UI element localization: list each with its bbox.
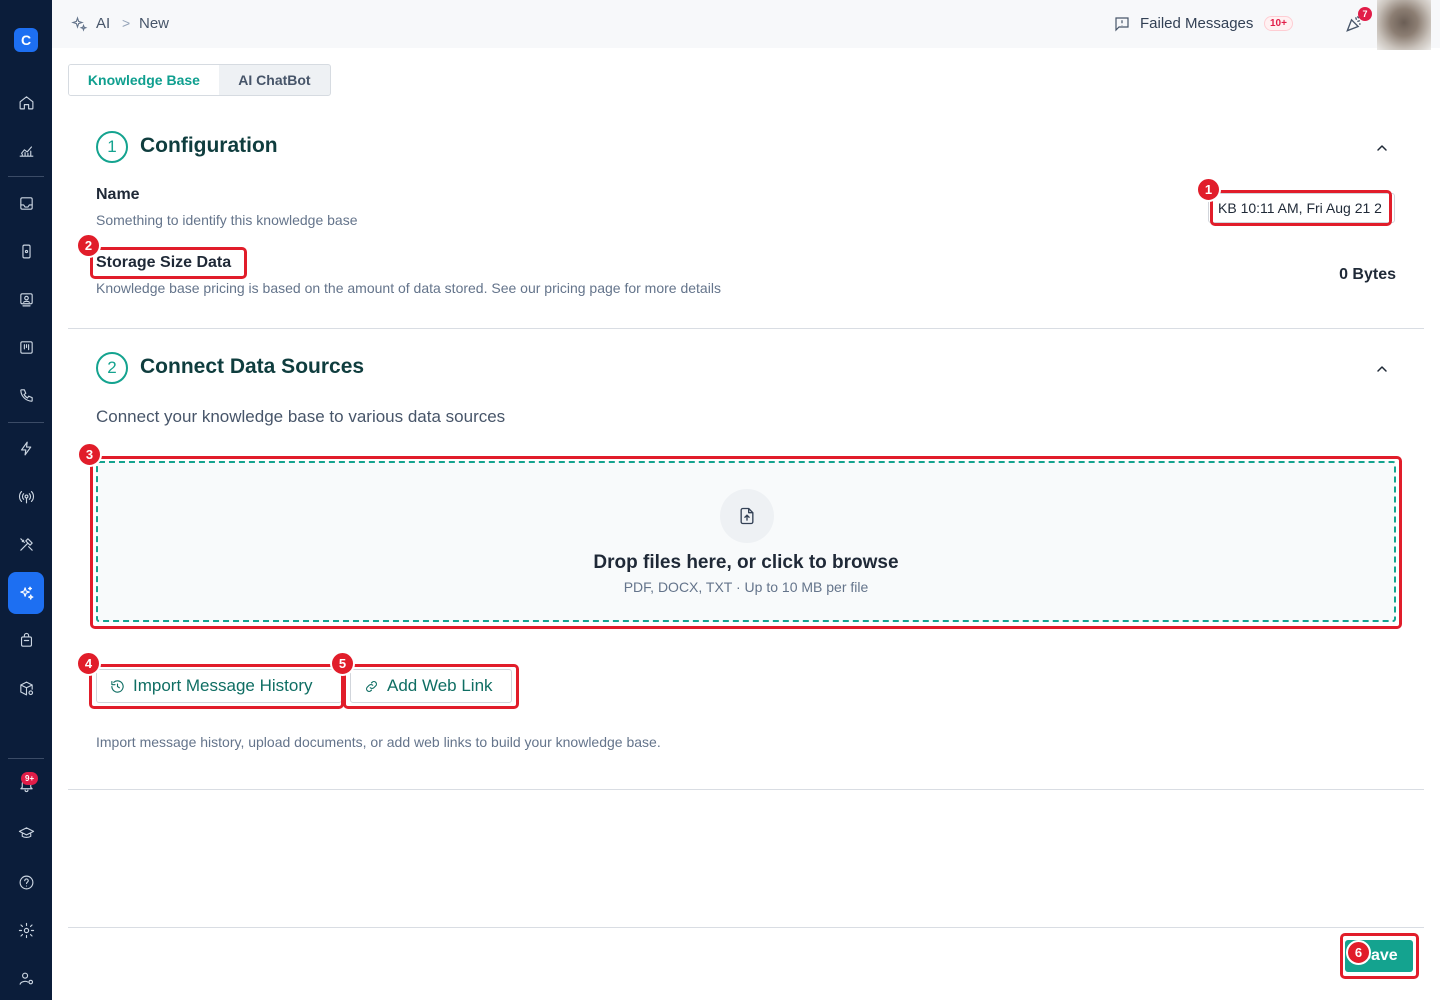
storage-size-label: Storage Size Data [96,254,232,271]
lightning-icon[interactable] [8,430,44,466]
sidebar-divider [8,422,44,423]
graduation-cap-icon[interactable] [8,815,44,851]
breadcrumb-separator: > [122,15,131,31]
contacts-icon[interactable] [8,281,44,317]
sidebar-divider [8,758,44,759]
inbox-icon[interactable] [8,185,44,221]
package-settings-icon[interactable] [8,670,44,706]
knowledge-tabs: Knowledge Base AI ChatBot [68,64,331,96]
analytics-icon[interactable] [8,132,44,168]
message-alert-icon[interactable] [1113,15,1131,33]
name-label: Name [96,186,140,203]
step-1-indicator: 1 [96,131,128,163]
notifications-badge: 7 [1358,7,1372,21]
file-upload-icon [720,489,774,543]
alerts-badge: 9+ [21,772,39,785]
user-settings-icon[interactable] [8,960,44,996]
gear-icon[interactable] [8,912,44,948]
broadcast-icon[interactable] [8,478,44,514]
data-sources-description: Connect your knowledge base to various d… [96,407,506,426]
history-icon [111,679,124,693]
file-dropzone[interactable]: Drop files here, or click to browse PDF,… [96,461,1396,622]
connect-data-sources-title: Connect Data Sources [140,355,365,378]
knowledge-base-name-input[interactable] [1208,193,1395,223]
footer-divider [68,927,1424,928]
tools-icon[interactable] [8,526,44,562]
storage-size-description: Knowledge base pricing is based on the a… [96,280,721,296]
tab-ai-chatbot[interactable]: AI ChatBot [219,65,330,95]
shopping-bag-icon[interactable] [8,622,44,658]
avatar[interactable] [1377,0,1431,50]
app-logo[interactable]: C [14,28,38,52]
home-icon[interactable] [8,84,44,120]
breadcrumb-current: New [139,15,170,32]
collapse-configuration-icon[interactable] [1374,140,1390,156]
failed-messages-badge: 10+ [1264,16,1293,31]
tab-knowledge-base[interactable]: Knowledge Base [69,65,219,95]
sidebar-divider [8,176,44,177]
dropzone-title: Drop files here, or click to browse [593,552,899,573]
board-icon[interactable] [8,329,44,365]
save-button[interactable]: Save [1345,940,1413,972]
ai-sparkle-icon[interactable] [8,572,44,614]
sidebar: C 9+ [0,0,52,1000]
section-divider [68,328,1424,329]
collapse-data-sources-icon[interactable] [1374,361,1390,377]
name-description: Something to identify this knowledge bas… [96,212,358,228]
storage-size-value: 0 Bytes [1339,266,1396,283]
section-divider [68,789,1424,790]
link-icon [366,680,377,692]
add-web-link-label: Add Web Link [387,676,493,695]
help-icon[interactable] [8,864,44,900]
configuration-title: Configuration [140,134,278,157]
add-web-link-button[interactable]: Add Web Link [350,669,512,703]
failed-messages-link[interactable]: Failed Messages [1140,15,1253,32]
import-message-history-button[interactable]: Import Message History [96,669,342,703]
phone-icon[interactable] [8,377,44,413]
import-message-history-label: Import Message History [133,676,313,695]
data-sources-helper-text: Import message history, upload documents… [96,734,661,750]
mobile-icon[interactable] [8,233,44,269]
top-bar: AI > New Failed Messages 10+ 7 [52,0,1440,50]
breadcrumb-ai[interactable]: AI [96,15,110,32]
dropzone-subtitle: PDF, DOCX, TXT · Up to 10 MB per file [623,579,869,595]
step-2-indicator: 2 [96,352,128,384]
ai-sparkle-icon [70,15,88,33]
